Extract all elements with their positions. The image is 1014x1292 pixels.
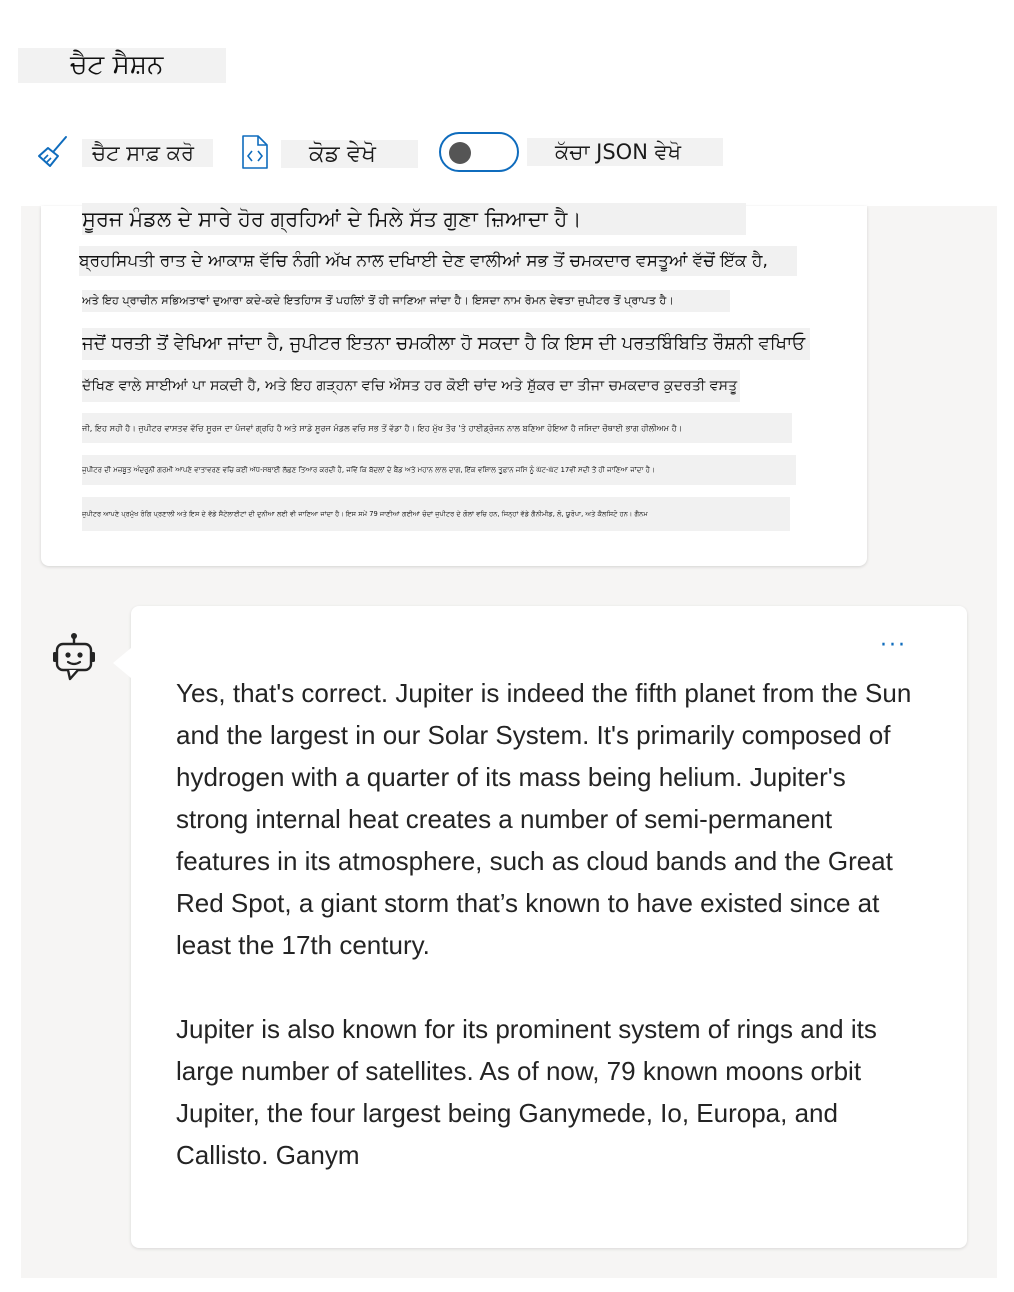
user-message-line: ਜੁਪੀਟਰ ਆਪਣੇ ਪ੍ਰਮੁੱਖ ਰੰਗਿ ਪ੍ਰਣਾਲੀ ਅਤੇ ਇਸ … (82, 497, 790, 531)
bot-icon (52, 632, 96, 688)
user-message-line: ਜੀ, ਇਹ ਸਹੀ ਹੈ। ਜੁਪੀਟਰ ਵਾਸਤਵ ਵੱਚਿ ਸੂਰਜ ਦਾ… (82, 413, 792, 443)
user-message-line: ਜਦੋਂ ਧਰਤੀ ਤੋਂ ਵੇਖਿਆ ਜਾਂਦਾ ਹੈ, ਜੁਪੀਟਰ ਇਤਨ… (82, 328, 810, 360)
raw-json-label: ਕੱਚਾ JSON ਵੇਖੋ (527, 138, 723, 166)
assistant-paragraph: Yes, that's correct. Jupiter is indeed t… (176, 678, 912, 960)
ellipsis-icon[interactable]: ··· (880, 635, 907, 657)
assistant-paragraph: Jupiter is also known for its prominent … (176, 1014, 877, 1170)
user-message-line: ਅਤੇ ਇਹ ਪ੍ਰਾਚੀਨ ਸਭਿਅਤਾਵਾਂ ਦੁਆਰਾ ਕਦੇ-ਕਦੇ ਇ… (82, 290, 730, 312)
view-code-button[interactable]: ਕੋਡ ਵੇਖੋ (281, 140, 418, 168)
session-title: ਚੈਟ ਸੈਸ਼ਨ (18, 48, 226, 83)
assistant-message-text: Yes, that's correct. Jupiter is indeed t… (176, 672, 921, 1176)
user-message-line: ਜੁਪੀਟਰ ਦੀ ਮਜ਼ਬੂਤ ਅੰਦਰੂਨੀ ਗਰਮੀ ਆਪਣੇ ਵਾਤਾਵ… (82, 455, 796, 485)
user-message-line: ਬ੍ਰਹਸਿਪਤੀ ਰਾਤ ਦੇ ਆਕਾਸ਼ ਵੱਚਿ ਨੰਗੀ ਅੱਖ ਨਾਲ… (79, 246, 797, 276)
broom-icon[interactable] (36, 134, 70, 170)
toggle-knob (449, 142, 471, 164)
clear-chat-button[interactable]: ਚੈਟ ਸਾਫ਼ ਕਰੋ (82, 139, 213, 167)
message-pointer (113, 648, 131, 678)
raw-json-toggle[interactable] (439, 132, 519, 172)
user-message-line: ਦੱਖਿਣ ਵਾਲੇ ਸਾਈਆਂ ਪਾ ਸਕਦੀ ਹੈ, ਅਤੇ ਇਹ ਗੜ੍ਹ… (82, 370, 740, 402)
user-message-line: ਸੂਰਜ ਮੰਡਲ ਦੇ ਸਾਰੇ ਹੋਰ ਗ੍ਰਹਿਆਂ ਦੇ ਮਿਲੇ ਸੱ… (82, 203, 746, 235)
code-file-icon[interactable] (240, 134, 270, 170)
